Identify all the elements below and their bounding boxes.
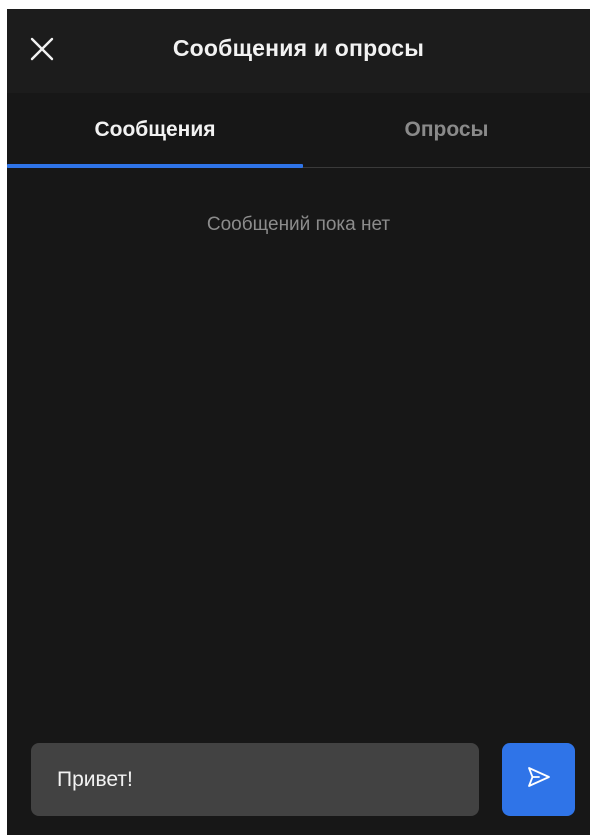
tab-bar: Сообщения Опросы (7, 93, 590, 168)
tab-polls[interactable]: Опросы (303, 93, 590, 167)
header: Сообщения и опросы (7, 9, 590, 93)
tab-messages-label: Сообщения (94, 118, 216, 141)
tab-polls-label: Опросы (404, 118, 489, 141)
close-button[interactable] (25, 34, 59, 68)
tab-messages[interactable]: Сообщения (7, 93, 303, 168)
messages-polls-panel: Сообщения и опросы Сообщения Опросы Сооб… (7, 9, 590, 835)
close-icon (30, 37, 54, 66)
send-icon (526, 764, 552, 795)
empty-state-text: Сообщений пока нет (206, 214, 391, 235)
message-input[interactable]: Привет! (31, 743, 479, 816)
send-button[interactable] (502, 743, 575, 816)
active-tab-indicator (7, 164, 303, 168)
page-title: Сообщения и опросы (172, 35, 425, 61)
message-input-value: Привет! (57, 767, 133, 791)
